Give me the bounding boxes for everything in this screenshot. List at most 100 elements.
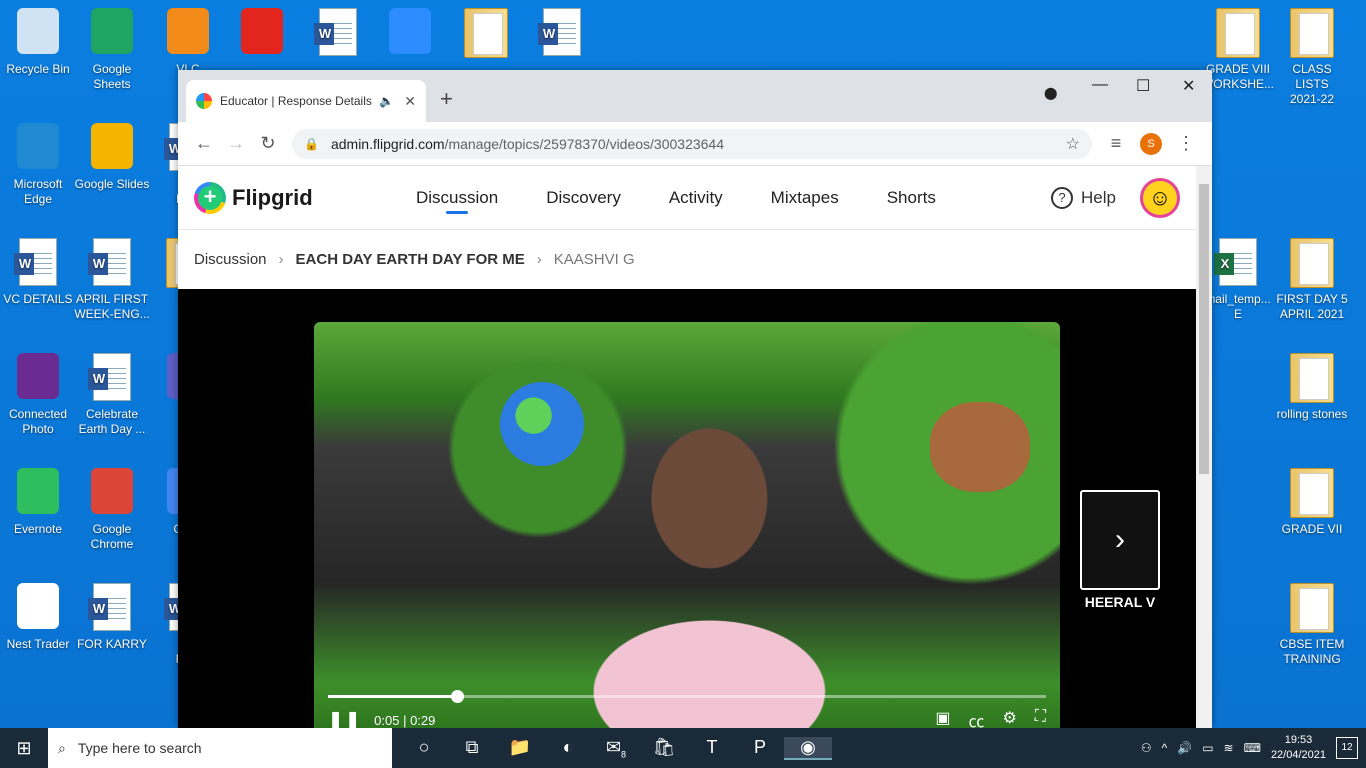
speaker-icon[interactable]: 🔈	[379, 94, 394, 108]
minimize-button[interactable]: —	[1092, 76, 1108, 94]
powerpoint-icon[interactable]: P	[736, 737, 784, 760]
desktop-icon[interactable]: W	[300, 8, 376, 62]
reading-list-icon[interactable]: ≡	[1100, 133, 1132, 154]
desktop-icon-label: Evernote	[13, 522, 63, 536]
mail-icon[interactable]: ✉8	[592, 737, 640, 760]
desktop-icon[interactable]: Connected Photo	[0, 353, 76, 437]
store-icon[interactable]: 🛍	[640, 737, 688, 760]
close-tab-icon[interactable]: ✕	[404, 93, 416, 110]
desktop-icon[interactable]: W APRIL FIRST WEEK-ENG...	[74, 238, 150, 322]
desktop-icon[interactable]: W Celebrate Earth Day ...	[74, 353, 150, 437]
file-explorer-icon[interactable]: 📁	[496, 737, 544, 760]
bookmark-star-icon[interactable]: ☆	[1066, 134, 1080, 154]
video-time: 0:05 | 0:29	[374, 712, 436, 728]
desktop-icon[interactable]	[448, 8, 524, 62]
task-view-icon[interactable]: ⧉	[448, 737, 496, 760]
page-scrollbar[interactable]	[1196, 166, 1212, 728]
video-stage: ❚❚ 0:05 | 0:29 ▣ ㏄ ⚙ ⛶ › HEERAL V	[178, 289, 1196, 728]
address-bar[interactable]: 🔒 admin.flipgrid.com /manage/topics/2597…	[292, 128, 1092, 159]
desktop-icon[interactable]: CLASS LISTS 2021-22	[1274, 8, 1350, 107]
taskbar-pinned: ○ ⧉ 📁 ◐ ✉8 🛍 T P ◉	[400, 736, 832, 760]
tab-search-icon[interactable]: ⬤	[1044, 86, 1057, 100]
nav-shorts[interactable]: Shorts	[887, 188, 936, 208]
desktop-icon-label: Google Slides	[74, 177, 150, 191]
desktop-icon[interactable]: W VC DETAILS	[0, 238, 76, 307]
user-avatar[interactable]: ☺	[1140, 177, 1180, 218]
maximize-button[interactable]: ☐	[1136, 76, 1150, 96]
clock[interactable]: 19:53 22/04/2021	[1271, 733, 1326, 763]
help-question-icon: ?	[1051, 186, 1074, 209]
response-video[interactable]: ❚❚ 0:05 | 0:29 ▣ ㏄ ⚙ ⛶	[314, 322, 1060, 728]
desktop-icon[interactable]	[224, 8, 300, 62]
connected-photo-icon	[15, 353, 61, 403]
next-response-thumbnail[interactable]: ›	[1080, 490, 1160, 590]
desktop-icon[interactable]: CBSE ITEM TRAINING	[1274, 583, 1350, 667]
desktop-icon[interactable]: Evernote	[0, 468, 76, 537]
back-button[interactable]: ←	[188, 133, 220, 154]
lock-icon: 🔒	[304, 136, 319, 151]
menu-kebab-icon[interactable]: ⋮	[1170, 133, 1202, 154]
breadcrumb-topic[interactable]: EACH DAY EARTH DAY FOR ME	[296, 251, 525, 268]
toolbar: ← → ↻ 🔒 admin.flipgrid.com /manage/topic…	[178, 122, 1212, 166]
desktop-icon[interactable]: Google Chrome	[74, 468, 150, 552]
folder-icon	[463, 8, 509, 58]
nav-activity[interactable]: Activity	[669, 188, 723, 208]
windows-start-icon[interactable]: ⊞	[0, 738, 48, 759]
new-tab-button[interactable]: +	[440, 86, 453, 112]
main-nav: Discussion Discovery Activity Mixtapes S…	[416, 188, 936, 214]
video-progress-bar[interactable]	[328, 690, 1046, 703]
scrollbar-thumb[interactable]	[1199, 184, 1209, 474]
chrome-taskbar-icon[interactable]: ◉	[784, 736, 832, 760]
cortana-icon[interactable]: ○	[400, 737, 448, 760]
next-response-name[interactable]: HEERAL V	[1070, 594, 1170, 610]
system-tray: ⚇ ^ 🔊 ▭ ≋ ⌨ 19:53 22/04/2021 12	[1141, 733, 1366, 763]
tab-educator-response[interactable]: Educator | Response Details 🔈 ✕	[186, 80, 426, 122]
show-hidden-icon[interactable]: ^	[1162, 741, 1168, 755]
pause-icon[interactable]: ❚❚	[328, 710, 362, 729]
profile-avatar[interactable]: S	[1140, 132, 1162, 155]
reload-button[interactable]: ↻	[252, 133, 284, 154]
edge-taskbar-icon[interactable]: ◐	[544, 737, 592, 760]
folder-icon	[1289, 468, 1335, 518]
desktop-icon[interactable]: Google Sheets	[74, 8, 150, 92]
desktop-icon[interactable]: rolling stones	[1274, 353, 1350, 422]
nav-mixtapes[interactable]: Mixtapes	[771, 188, 839, 208]
help-link[interactable]: ? Help	[1051, 186, 1116, 209]
nest-trader-icon	[15, 583, 61, 633]
desktop-icon-label: Celebrate Earth Day ...	[78, 407, 146, 436]
desktop-icon[interactable]	[372, 8, 448, 62]
desktop-icon[interactable]: Google Slides	[74, 123, 150, 192]
desktop-icon[interactable]: Microsoft Edge	[0, 123, 76, 207]
immersive-reader-icon[interactable]: ▣	[935, 708, 950, 728]
wifi-icon[interactable]: ≋	[1224, 741, 1234, 755]
taskbar-search-box[interactable]: ⌕ Type here to search	[48, 728, 392, 768]
closed-captions-icon[interactable]: ㏄	[968, 708, 984, 728]
video-scrub-handle[interactable]	[451, 690, 465, 703]
fullscreen-icon[interactable]: ⛶	[1035, 708, 1046, 728]
nav-discussion[interactable]: Discussion	[416, 188, 498, 214]
forward-button[interactable]: →	[220, 133, 252, 154]
desktop-icon[interactable]: GRADE VII	[1274, 468, 1350, 537]
tab-strip: Educator | Response Details 🔈 ✕ + ⬤ — ☐ …	[178, 70, 1212, 122]
people-icon[interactable]: ⚇	[1141, 741, 1152, 755]
close-window-button[interactable]: ✕	[1182, 76, 1195, 96]
volume-icon[interactable]: 🔊	[1177, 741, 1192, 755]
desktop-icon-label: rolling stones	[1276, 407, 1348, 421]
desktop-icon[interactable]: Recycle Bin	[0, 8, 76, 77]
breadcrumb: Discussion › EACH DAY EARTH DAY FOR ME ›…	[178, 230, 1196, 288]
flipgrid-logo[interactable]: Flipgrid	[194, 181, 416, 214]
desktop-icon[interactable]: W FOR KARRY	[74, 583, 150, 652]
desktop-icon[interactable]: FIRST DAY 5 APRIL 2021	[1274, 238, 1350, 322]
battery-icon[interactable]: ▭	[1202, 741, 1213, 755]
desktop-icon[interactable]: Nest Trader	[0, 583, 76, 652]
mail-badge: 8	[621, 749, 627, 760]
nav-discovery[interactable]: Discovery	[546, 188, 621, 208]
desktop-icon[interactable]: W	[524, 8, 600, 62]
breadcrumb-discussion[interactable]: Discussion	[194, 251, 267, 268]
url-path: /manage/topics/25978370/videos/300323644	[444, 135, 725, 152]
teams-taskbar-icon[interactable]: T	[688, 737, 736, 760]
settings-gear-icon[interactable]: ⚙	[1002, 708, 1016, 728]
keyboard-icon[interactable]: ⌨	[1244, 741, 1261, 755]
desktop-icon-label: Microsoft Edge	[13, 177, 63, 206]
notification-center-icon[interactable]: 12	[1336, 737, 1358, 759]
